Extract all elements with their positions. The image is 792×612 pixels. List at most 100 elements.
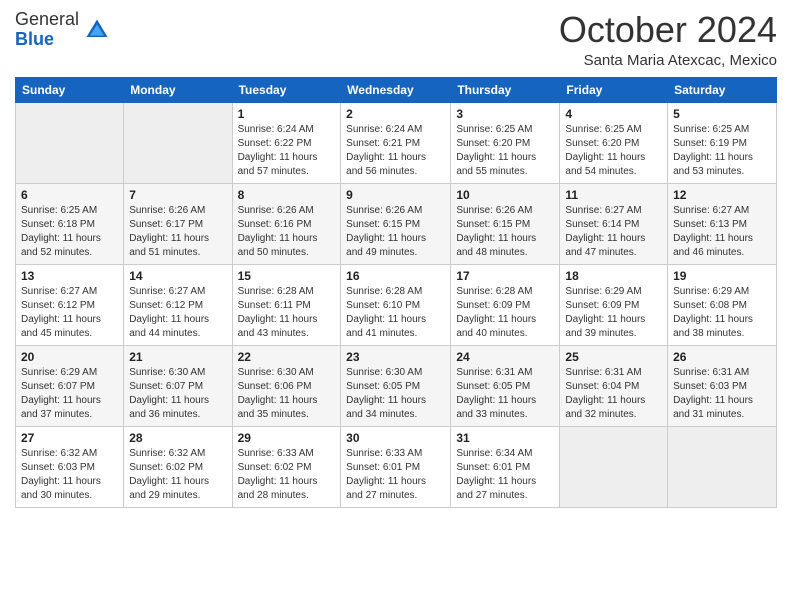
day-number: 5 — [673, 107, 771, 121]
calendar-header-sunday: Sunday — [16, 77, 124, 102]
calendar-cell: 17 Sunrise: 6:28 AMSunset: 6:09 PMDayligh… — [451, 264, 560, 345]
calendar-cell: 15 Sunrise: 6:28 AMSunset: 6:11 PMDayligh… — [232, 264, 341, 345]
header: General Blue October 2024 Santa Maria At… — [15, 10, 777, 69]
day-info: Sunrise: 6:24 AMSunset: 6:21 PMDaylight:… — [346, 123, 445, 179]
day-number: 26 — [673, 350, 771, 364]
calendar-cell — [124, 102, 232, 183]
day-info: Sunrise: 6:31 AMSunset: 6:04 PMDaylight:… — [565, 366, 662, 422]
day-number: 2 — [346, 107, 445, 121]
logo-icon — [83, 16, 111, 44]
day-number: 25 — [565, 350, 662, 364]
calendar-cell: 10Sunrise: 6:26 AMSunset: 6:15 PMDayligh… — [451, 183, 560, 264]
day-number: 22 — [238, 350, 336, 364]
calendar-header-friday: Friday — [560, 77, 668, 102]
day-number: 7 — [129, 188, 226, 202]
logo-blue: Blue — [15, 30, 79, 50]
day-number: 15 — [238, 269, 336, 283]
calendar-cell: 16Sunrise: 6:28 AMSunset: 6:10 PMDayligh… — [341, 264, 451, 345]
calendar-cell: 4 Sunrise: 6:25 AMSunset: 6:20 PMDaylight… — [560, 102, 668, 183]
calendar-cell: 18 Sunrise: 6:29 AMSunset: 6:09 PMDayligh… — [560, 264, 668, 345]
day-info: Sunrise: 6:28 AMSunset: 6:09 PMDaylight:… — [456, 285, 554, 341]
calendar-week-3: 13Sunrise: 6:27 AMSunset: 6:12 PMDayligh… — [16, 264, 777, 345]
calendar-cell: 23Sunrise: 6:30 AMSunset: 6:05 PMDayligh… — [341, 345, 451, 426]
day-info: Sunrise: 6:28 AMSunset: 6:10 PMDaylight:… — [346, 285, 445, 341]
day-info: Sunrise: 6:25 AMSunset: 6:19 PMDaylight:… — [673, 123, 771, 179]
calendar-cell: 2 Sunrise: 6:24 AMSunset: 6:21 PMDaylight… — [341, 102, 451, 183]
calendar-cell: 1 Sunrise: 6:24 AMSunset: 6:22 PMDaylight… — [232, 102, 341, 183]
calendar-cell: 5 Sunrise: 6:25 AMSunset: 6:19 PMDaylight… — [668, 102, 777, 183]
day-number: 18 — [565, 269, 662, 283]
day-number: 3 — [456, 107, 554, 121]
day-number: 11 — [565, 188, 662, 202]
day-number: 31 — [456, 431, 554, 445]
day-info: Sunrise: 6:27 AMSunset: 6:12 PMDaylight:… — [21, 285, 118, 341]
day-number: 9 — [346, 188, 445, 202]
calendar-header-tuesday: Tuesday — [232, 77, 341, 102]
page: General Blue October 2024 Santa Maria At… — [0, 0, 792, 612]
day-number: 24 — [456, 350, 554, 364]
calendar-header-saturday: Saturday — [668, 77, 777, 102]
calendar-header-monday: Monday — [124, 77, 232, 102]
calendar-cell: 20Sunrise: 6:29 AMSunset: 6:07 PMDayligh… — [16, 345, 124, 426]
calendar-cell — [668, 426, 777, 507]
calendar-cell: 19 Sunrise: 6:29 AMSunset: 6:08 PMDayligh… — [668, 264, 777, 345]
calendar-cell: 25 Sunrise: 6:31 AMSunset: 6:04 PMDayligh… — [560, 345, 668, 426]
calendar-header-row: SundayMondayTuesdayWednesdayThursdayFrid… — [16, 77, 777, 102]
day-info: Sunrise: 6:24 AMSunset: 6:22 PMDaylight:… — [238, 123, 336, 179]
calendar-cell: 21 Sunrise: 6:30 AMSunset: 6:07 PMDayligh… — [124, 345, 232, 426]
day-number: 19 — [673, 269, 771, 283]
calendar-cell: 31Sunrise: 6:34 AMSunset: 6:01 PMDayligh… — [451, 426, 560, 507]
day-number: 10 — [456, 188, 554, 202]
day-info: Sunrise: 6:30 AMSunset: 6:07 PMDaylight:… — [129, 366, 226, 422]
day-number: 1 — [238, 107, 336, 121]
calendar-cell: 6Sunrise: 6:25 AMSunset: 6:18 PMDaylight… — [16, 183, 124, 264]
subtitle: Santa Maria Atexcac, Mexico — [559, 52, 777, 69]
calendar-cell: 12Sunrise: 6:27 AMSunset: 6:13 PMDayligh… — [668, 183, 777, 264]
calendar-cell — [16, 102, 124, 183]
logo-general: General — [15, 10, 79, 30]
day-info: Sunrise: 6:25 AMSunset: 6:18 PMDaylight:… — [21, 204, 118, 260]
day-info: Sunrise: 6:26 AMSunset: 6:17 PMDaylight:… — [129, 204, 226, 260]
calendar-week-4: 20Sunrise: 6:29 AMSunset: 6:07 PMDayligh… — [16, 345, 777, 426]
calendar-cell: 3 Sunrise: 6:25 AMSunset: 6:20 PMDaylight… — [451, 102, 560, 183]
day-info: Sunrise: 6:27 AMSunset: 6:14 PMDaylight:… — [565, 204, 662, 260]
day-number: 12 — [673, 188, 771, 202]
day-info: Sunrise: 6:33 AMSunset: 6:01 PMDaylight:… — [346, 447, 445, 503]
day-number: 28 — [129, 431, 226, 445]
day-number: 30 — [346, 431, 445, 445]
day-number: 17 — [456, 269, 554, 283]
calendar-cell: 22Sunrise: 6:30 AMSunset: 6:06 PMDayligh… — [232, 345, 341, 426]
calendar-cell: 27 Sunrise: 6:32 AMSunset: 6:03 PMDayligh… — [16, 426, 124, 507]
day-number: 27 — [21, 431, 118, 445]
day-number: 14 — [129, 269, 226, 283]
day-number: 23 — [346, 350, 445, 364]
day-number: 4 — [565, 107, 662, 121]
day-info: Sunrise: 6:28 AMSunset: 6:11 PMDaylight:… — [238, 285, 336, 341]
day-info: Sunrise: 6:32 AMSunset: 6:03 PMDaylight:… — [21, 447, 118, 503]
calendar-cell: 8 Sunrise: 6:26 AMSunset: 6:16 PMDaylight… — [232, 183, 341, 264]
day-info: Sunrise: 6:33 AMSunset: 6:02 PMDaylight:… — [238, 447, 336, 503]
calendar-cell: 26Sunrise: 6:31 AMSunset: 6:03 PMDayligh… — [668, 345, 777, 426]
calendar-cell: 7 Sunrise: 6:26 AMSunset: 6:17 PMDaylight… — [124, 183, 232, 264]
day-info: Sunrise: 6:26 AMSunset: 6:16 PMDaylight:… — [238, 204, 336, 260]
logo-text: General Blue — [15, 10, 79, 50]
calendar-cell — [560, 426, 668, 507]
calendar-header-wednesday: Wednesday — [341, 77, 451, 102]
calendar-cell: 9 Sunrise: 6:26 AMSunset: 6:15 PMDaylight… — [341, 183, 451, 264]
calendar-cell: 28Sunrise: 6:32 AMSunset: 6:02 PMDayligh… — [124, 426, 232, 507]
day-number: 21 — [129, 350, 226, 364]
logo: General Blue — [15, 10, 111, 50]
day-info: Sunrise: 6:29 AMSunset: 6:08 PMDaylight:… — [673, 285, 771, 341]
calendar-cell: 13Sunrise: 6:27 AMSunset: 6:12 PMDayligh… — [16, 264, 124, 345]
day-info: Sunrise: 6:31 AMSunset: 6:05 PMDaylight:… — [456, 366, 554, 422]
calendar-cell: 14Sunrise: 6:27 AMSunset: 6:12 PMDayligh… — [124, 264, 232, 345]
calendar-cell: 29 Sunrise: 6:33 AMSunset: 6:02 PMDayligh… — [232, 426, 341, 507]
day-info: Sunrise: 6:25 AMSunset: 6:20 PMDaylight:… — [456, 123, 554, 179]
calendar-cell: 11 Sunrise: 6:27 AMSunset: 6:14 PMDayligh… — [560, 183, 668, 264]
day-info: Sunrise: 6:29 AMSunset: 6:09 PMDaylight:… — [565, 285, 662, 341]
day-info: Sunrise: 6:25 AMSunset: 6:20 PMDaylight:… — [565, 123, 662, 179]
day-number: 29 — [238, 431, 336, 445]
day-number: 8 — [238, 188, 336, 202]
day-info: Sunrise: 6:26 AMSunset: 6:15 PMDaylight:… — [346, 204, 445, 260]
calendar-week-1: 1 Sunrise: 6:24 AMSunset: 6:22 PMDaylight… — [16, 102, 777, 183]
